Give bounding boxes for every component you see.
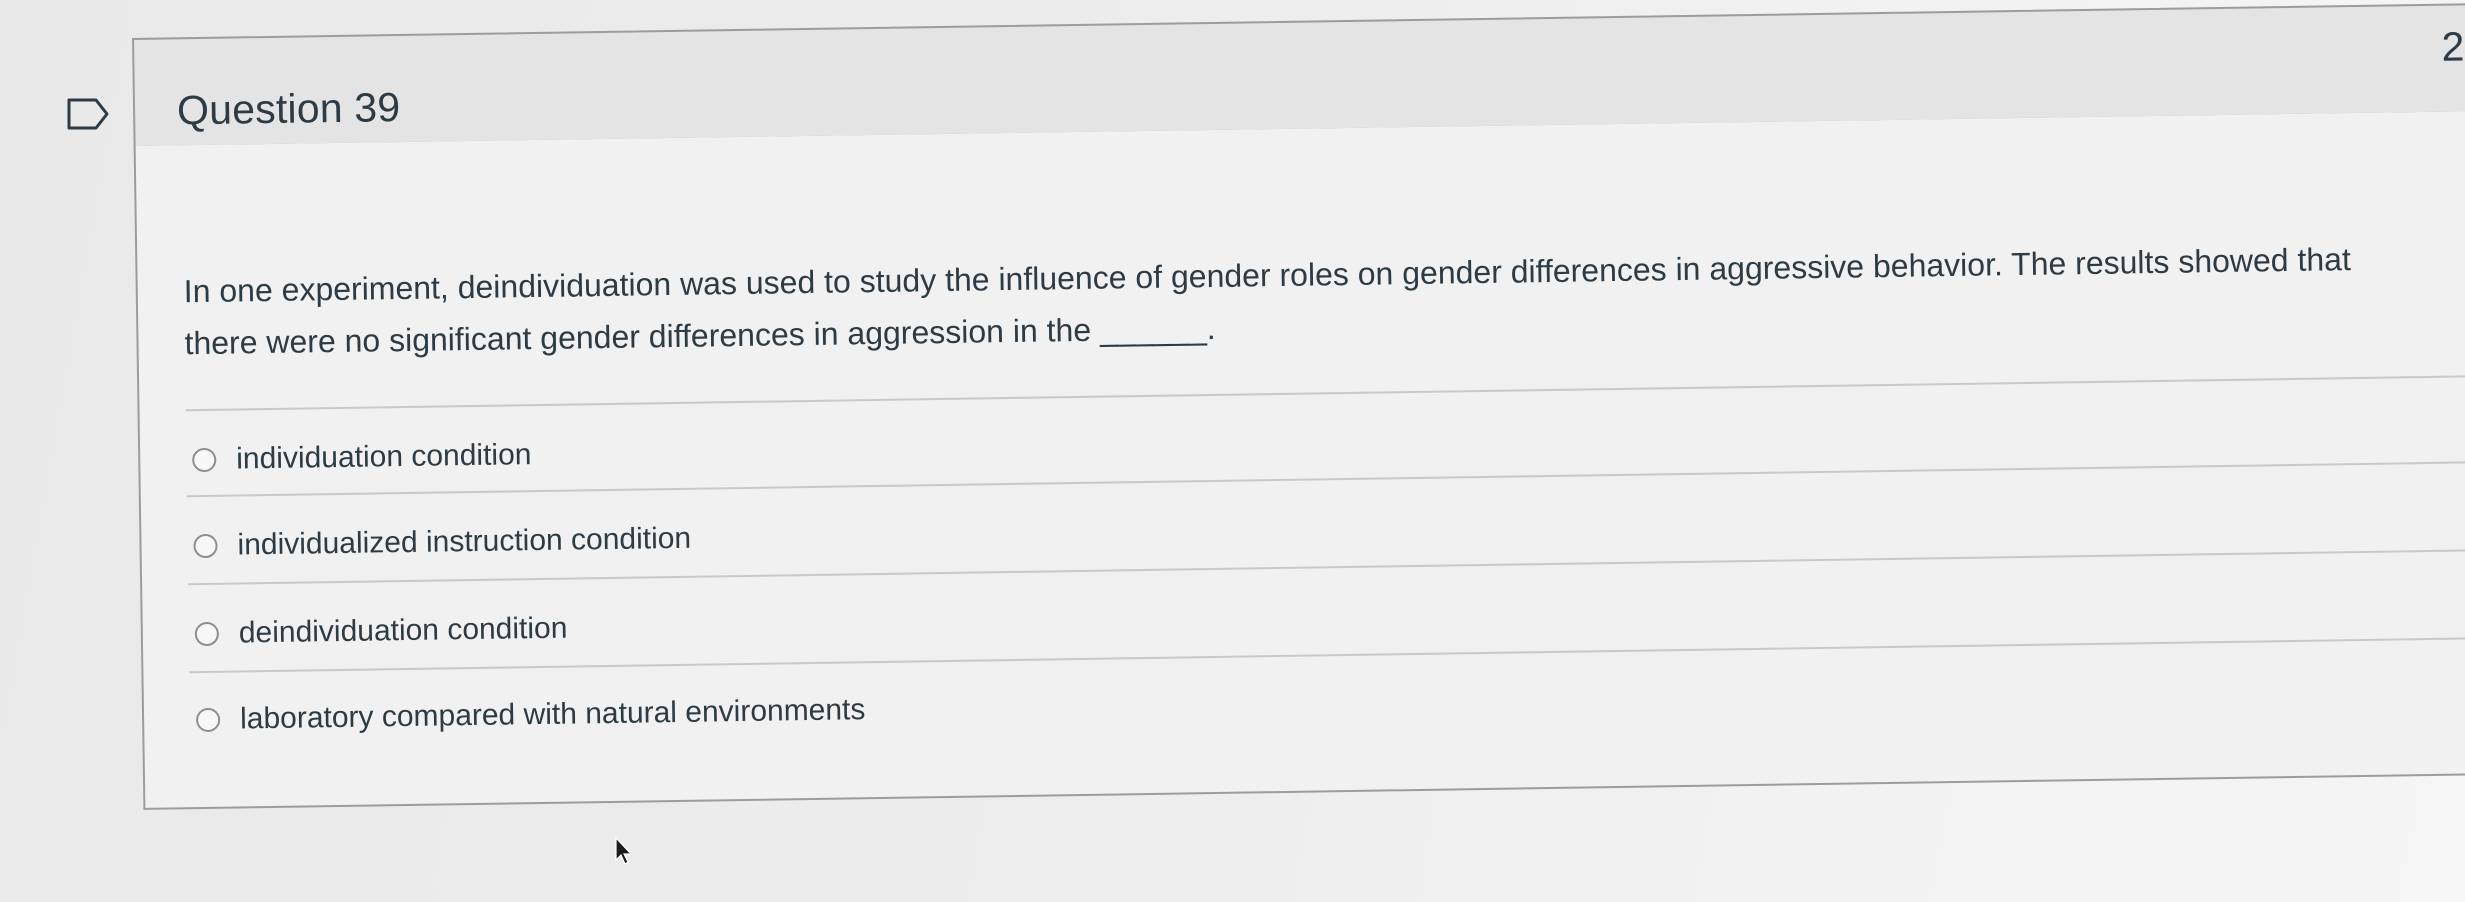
- answer-option-1[interactable]: individuation condition: [192, 430, 532, 485]
- radio-button[interactable]: [194, 621, 220, 647]
- question-title: Question 39: [176, 84, 401, 134]
- flag-question-icon[interactable]: [66, 97, 110, 131]
- radio-button[interactable]: [193, 533, 218, 559]
- answer-option-2[interactable]: individualized instruction condition: [193, 514, 691, 571]
- answer-label[interactable]: individualized instruction condition: [237, 522, 691, 563]
- answer-label[interactable]: deindividuation condition: [239, 612, 568, 651]
- question-body: In one experiment, deindividuation was u…: [133, 110, 2465, 810]
- answer-label[interactable]: laboratory compared with natural environ…: [240, 693, 866, 736]
- screen: Question 39 2 pts In one experiment, dei…: [0, 0, 2465, 902]
- answer-label[interactable]: individuation condition: [236, 438, 532, 476]
- question-card: Question 39 2 pts In one experiment, dei…: [132, 2, 2465, 818]
- radio-button[interactable]: [192, 447, 217, 473]
- radio-button[interactable]: [195, 707, 221, 733]
- answer-option-3[interactable]: deindividuation condition: [194, 604, 568, 660]
- question-text: In one experiment, deindividuation was u…: [183, 241, 2352, 362]
- mouse-cursor-icon: [615, 836, 633, 865]
- question-points: 2 pts: [2441, 22, 2465, 70]
- divider: [185, 375, 2465, 412]
- answer-option-4[interactable]: laboratory compared with natural environ…: [195, 685, 866, 745]
